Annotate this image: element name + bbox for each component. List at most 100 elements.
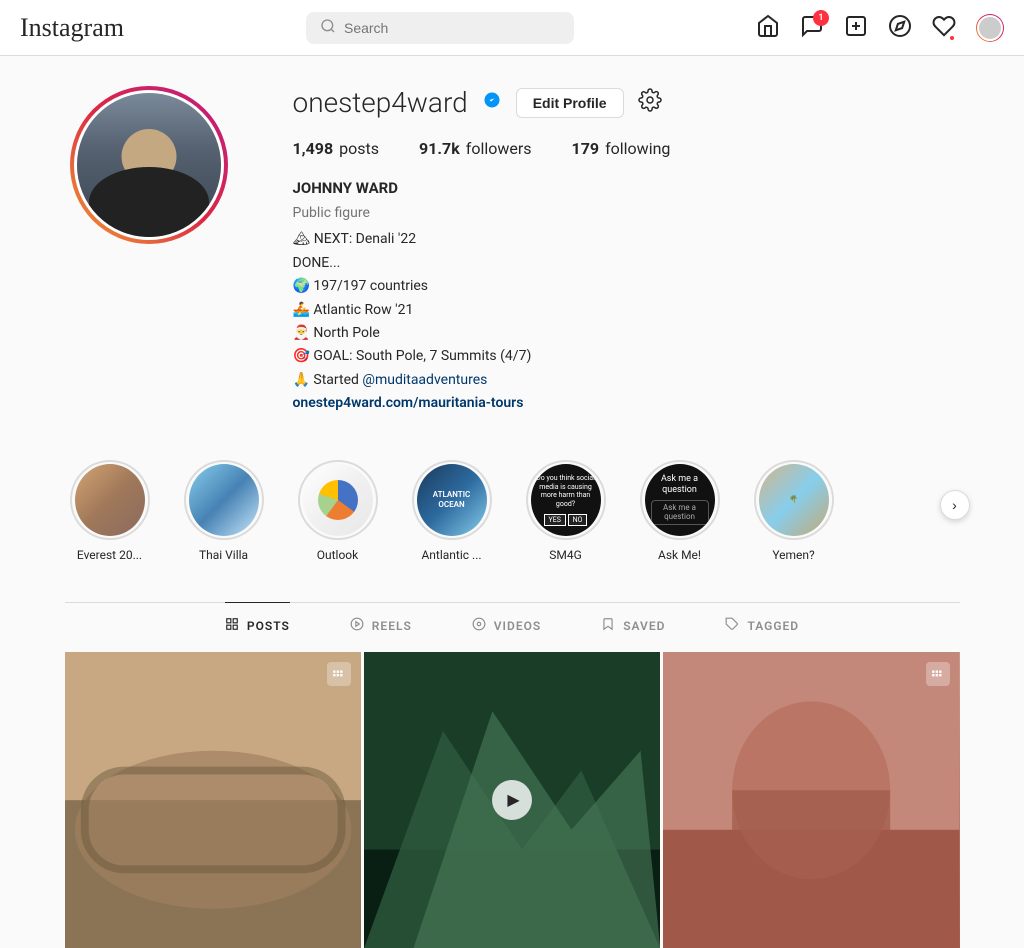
explore-icon[interactable] — [888, 14, 912, 42]
stories-highlights: Everest 20... Thai Villa Outlook ATLANT — [65, 460, 960, 562]
story-ring-atlantic: ATLANTIC OCEAN — [412, 460, 492, 540]
verified-badge — [482, 90, 502, 115]
profile-username: onestep4ward — [293, 86, 468, 119]
story-ring-yemen: 🌴 — [754, 460, 834, 540]
story-label-everest: Everest 20... — [77, 548, 142, 562]
story-atlantic[interactable]: ATLANTIC OCEAN Antlantic ... — [407, 460, 497, 562]
tab-tagged-label: TAGGED — [747, 619, 799, 633]
story-outlook[interactable]: Outlook — [293, 460, 383, 562]
following-count: 179 — [572, 139, 600, 158]
tab-posts-label: POSTS — [247, 619, 290, 633]
edit-profile-button[interactable]: Edit Profile — [516, 88, 624, 118]
posts-stat[interactable]: 1,498 posts — [293, 139, 380, 158]
following-stat[interactable]: 179 following — [572, 139, 671, 158]
story-askme[interactable]: Ask me a question Ask me a question Ask … — [635, 460, 725, 562]
story-thumb-atlantic: ATLANTIC OCEAN — [417, 464, 487, 536]
posts-count: 1,498 — [293, 139, 334, 158]
story-ring-sm4g: Do you think social media is causing mor… — [526, 460, 606, 540]
reels-tab-icon — [350, 617, 364, 635]
search-icon — [320, 18, 336, 38]
story-label-thai: Thai Villa — [199, 548, 248, 562]
outlook-pie-chart — [318, 480, 358, 520]
videos-tab-icon — [472, 617, 486, 635]
story-label-sm4g: SM4G — [549, 548, 582, 562]
content-tabs: POSTS REELS VIDEOS SAVE — [65, 602, 960, 649]
notification-dot — [948, 34, 956, 42]
story-thumb-thai — [189, 464, 259, 536]
search-bar[interactable] — [306, 12, 574, 44]
story-sm4g[interactable]: Do you think social media is causing mor… — [521, 460, 611, 562]
story-label-outlook: Outlook — [317, 548, 358, 562]
followers-count: 91.7k — [419, 139, 460, 158]
tab-videos[interactable]: VIDEOS — [472, 602, 541, 649]
followers-stat[interactable]: 91.7k followers — [419, 139, 532, 158]
home-icon[interactable] — [756, 14, 780, 42]
header-nav: 1 — [756, 14, 1004, 42]
notifications-icon[interactable] — [932, 14, 956, 42]
tab-tagged[interactable]: TAGGED — [725, 602, 799, 649]
story-thumb-everest — [75, 464, 145, 536]
play-button-amalfi: ▶ — [492, 780, 532, 820]
story-thumb-outlook — [303, 464, 373, 536]
tab-saved-label: SAVED — [623, 619, 665, 633]
story-thumb-askme: Ask me a question Ask me a question — [645, 464, 715, 536]
story-thai[interactable]: Thai Villa — [179, 460, 269, 562]
username-row: onestep4ward Edit Profile — [293, 86, 960, 119]
story-yemen[interactable]: 🌴 Yemen? — [749, 460, 839, 562]
grid-image-colosseum — [65, 652, 361, 948]
grid-item-florence[interactable] — [663, 652, 959, 948]
message-badge: 1 — [813, 10, 829, 26]
main-content: onestep4ward Edit Profile 1,498 — [45, 56, 980, 948]
followers-label: followers — [466, 139, 532, 158]
posts-label: posts — [339, 139, 379, 158]
tab-videos-label: VIDEOS — [494, 619, 541, 633]
bio-link-line: onestep4ward.com/mauritania-tours — [293, 392, 960, 414]
story-ring-everest — [70, 460, 150, 540]
stories-next-button[interactable]: › — [940, 490, 970, 520]
bio-line-1: 🏔 NEXT: Denali '22 — [293, 228, 960, 250]
profile-stats: 1,498 posts 91.7k followers 179 followin… — [293, 139, 960, 158]
grid-item-amalfi[interactable]: ▶ — [364, 652, 660, 948]
settings-icon[interactable] — [638, 88, 662, 118]
grid-multi-icon-colosseum — [327, 662, 351, 686]
story-thumb-yemen: 🌴 — [759, 464, 829, 536]
posts-tab-icon — [225, 617, 239, 635]
profile-avatar[interactable] — [74, 90, 224, 240]
profile-avatar-ring — [70, 86, 228, 244]
grid-image-florence — [663, 652, 959, 948]
photo-grid: ▶ — [65, 652, 960, 948]
story-ring-thai — [184, 460, 264, 540]
profile-avatar-header[interactable] — [976, 14, 1004, 42]
bio-line-7: 🙏 Started @muditaadventures — [293, 369, 960, 391]
bio-mention-link[interactable]: @muditaadventures — [362, 372, 487, 388]
saved-tab-icon — [601, 617, 615, 635]
tab-posts[interactable]: POSTS — [225, 602, 290, 649]
bio-line-5: 🎅 North Pole — [293, 322, 960, 344]
story-label-atlantic: Antlantic ... — [421, 548, 481, 562]
tagged-tab-icon — [725, 617, 739, 635]
story-everest[interactable]: Everest 20... — [65, 460, 155, 562]
story-thumb-sm4g: Do you think social media is causing mor… — [531, 464, 601, 536]
bio-website-link[interactable]: onestep4ward.com/mauritania-tours — [293, 395, 524, 411]
tab-reels[interactable]: REELS — [350, 602, 412, 649]
tab-saved[interactable]: SAVED — [601, 602, 665, 649]
grid-item-colosseum[interactable] — [65, 652, 361, 948]
instagram-logo: Instagram — [20, 13, 124, 43]
bio-line-4: 🚣 Atlantic Row '21 — [293, 299, 960, 321]
add-post-icon[interactable] — [844, 14, 868, 42]
following-label: following — [605, 139, 670, 158]
profile-bio: JOHNNY WARD Public figure 🏔 NEXT: Denali… — [293, 176, 960, 415]
bio-line-2: DONE... — [293, 252, 960, 274]
messenger-icon[interactable]: 1 — [800, 14, 824, 42]
story-label-yemen: Yemen? — [772, 548, 814, 562]
search-input[interactable] — [344, 20, 560, 36]
profile-section: onestep4ward Edit Profile 1,498 — [65, 86, 960, 416]
story-label-askme: Ask Me! — [658, 548, 701, 562]
bio-line-3: 🌍 197/197 countries — [293, 275, 960, 297]
profile-info: onestep4ward Edit Profile 1,498 — [293, 86, 960, 416]
tab-reels-label: REELS — [372, 619, 412, 633]
grid-multi-icon-florence — [926, 662, 950, 686]
profile-picture — [77, 93, 221, 237]
story-ring-outlook — [298, 460, 378, 540]
bio-category: Public figure — [293, 202, 960, 224]
